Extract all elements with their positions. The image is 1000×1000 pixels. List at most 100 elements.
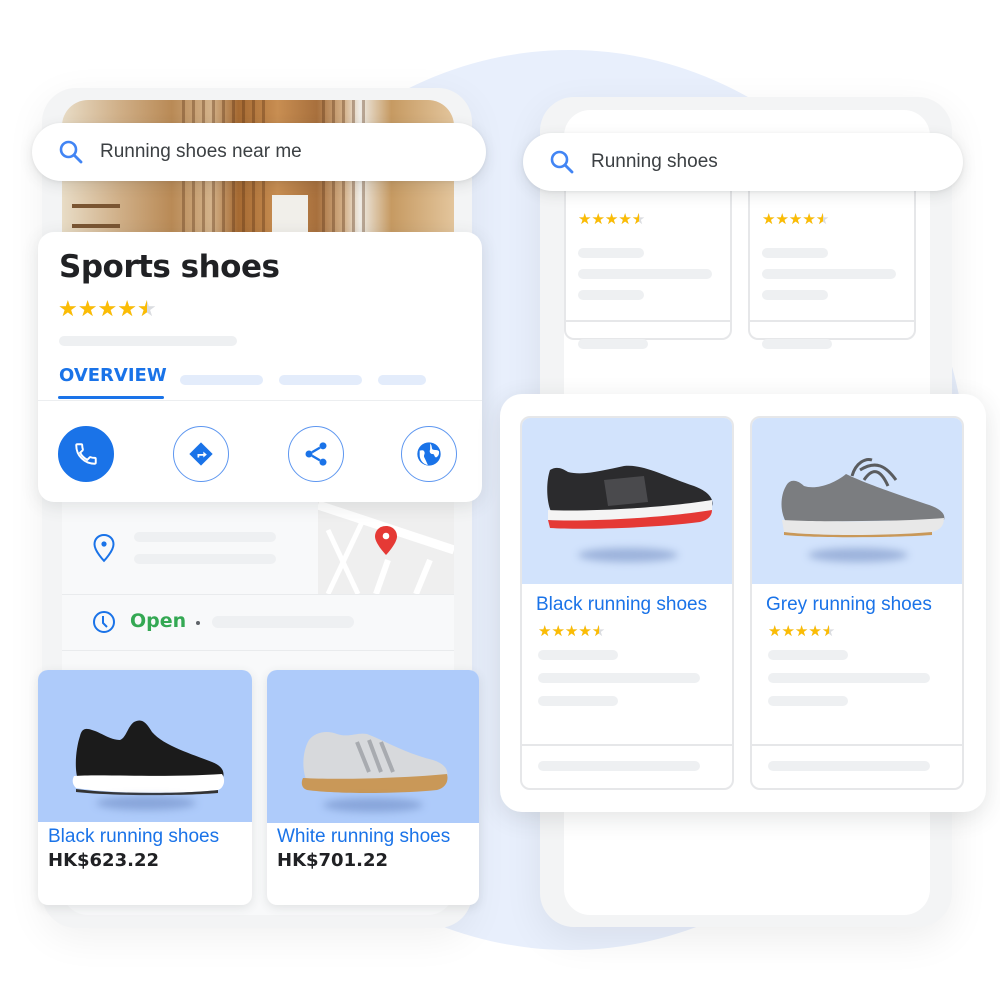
- product-image: [522, 418, 732, 584]
- product-name[interactable]: White running shoes: [277, 826, 450, 848]
- map-pin-icon: [375, 526, 397, 555]
- star-icon: ★★: [77, 296, 98, 321]
- star-icon: ★★: [821, 623, 836, 640]
- star-icon: ★★: [578, 211, 592, 228]
- map-thumbnail[interactable]: [318, 500, 454, 594]
- product-image: [267, 670, 479, 823]
- left-search-bar[interactable]: Running shoes near me: [32, 123, 486, 181]
- star-icon: ★★: [802, 211, 816, 228]
- place-rating: ★★★★★★★★★★: [58, 298, 157, 320]
- product-card[interactable]: White running shoes HK$701.22: [267, 670, 479, 905]
- product-image: [38, 670, 252, 822]
- product-price: HK$701.22: [277, 850, 388, 871]
- product-image: [752, 418, 962, 584]
- product-name[interactable]: Black running shoes: [48, 826, 219, 848]
- star-icon: ★★: [788, 211, 803, 228]
- place-subtitle-placeholder: [59, 336, 237, 346]
- search-icon: [59, 140, 83, 164]
- place-card: Sports shoes ★★★★★★★★★★ OVERVIEW: [38, 232, 482, 502]
- result-line: [762, 248, 828, 258]
- tab-overview[interactable]: OVERVIEW: [59, 365, 167, 386]
- star-icon: ★★: [591, 623, 606, 640]
- result-card[interactable]: ★★★★★★★★★★: [748, 170, 916, 340]
- shopping-card[interactable]: Grey running shoes ★★★★★★★★★★: [750, 416, 964, 790]
- star-icon: ★★: [538, 623, 552, 640]
- share-icon: [305, 442, 327, 466]
- shopping-card[interactable]: Black running shoes ★★★★★★★★★★: [520, 416, 734, 790]
- white-shoe-image: [301, 732, 448, 793]
- search-query: Running shoes: [591, 151, 718, 172]
- place-title: Sports shoes: [59, 249, 280, 285]
- tab-placeholder[interactable]: [180, 375, 263, 385]
- divider: [62, 594, 454, 595]
- star-icon: ★★: [775, 211, 789, 228]
- product-card[interactable]: Black running shoes HK$623.22: [38, 670, 252, 905]
- product-line: [538, 650, 618, 660]
- website-button[interactable]: [401, 426, 457, 482]
- result-footer-line: [578, 339, 648, 349]
- star-icon: ★★: [58, 296, 78, 321]
- grey-shoe-image: [781, 458, 945, 538]
- divider: [62, 650, 454, 651]
- star-icon: ★★: [551, 623, 565, 640]
- star-icon: ★★: [618, 211, 632, 228]
- tab-placeholder[interactable]: [279, 375, 362, 385]
- result-rating: ★★★★★★★★★★: [762, 212, 829, 227]
- open-status: Open: [130, 610, 187, 632]
- result-line: [578, 248, 644, 258]
- star-icon: ★★: [768, 623, 782, 640]
- right-search-bar[interactable]: Running shoes: [523, 133, 963, 191]
- share-button[interactable]: [288, 426, 344, 482]
- product-footer-line: [768, 761, 930, 771]
- search-icon: [550, 150, 574, 174]
- result-line: [762, 269, 896, 279]
- separator-dot: [196, 621, 200, 625]
- tab-divider: [38, 400, 482, 401]
- directions-button[interactable]: [173, 426, 229, 482]
- star-icon: ★★: [136, 296, 157, 321]
- star-icon: ★★: [781, 623, 795, 640]
- active-tab-indicator: [58, 396, 164, 399]
- product-name[interactable]: Black running shoes: [536, 594, 707, 616]
- product-footer-line: [538, 761, 700, 771]
- star-icon: ★★: [815, 211, 830, 228]
- hours-placeholder: [212, 616, 354, 628]
- star-icon: ★★: [604, 211, 619, 228]
- star-icon: ★★: [117, 296, 137, 321]
- star-icon: ★★: [591, 211, 605, 228]
- globe-icon: [417, 442, 441, 466]
- product-price: HK$623.22: [48, 850, 159, 871]
- product-rating: ★★★★★★★★★★: [538, 624, 605, 639]
- location-pin-icon: [93, 533, 115, 563]
- product-line: [538, 696, 618, 706]
- star-icon: ★★: [97, 296, 118, 321]
- black-shoe-image: [72, 720, 225, 796]
- clock-icon: [93, 611, 115, 633]
- directions-icon: [189, 442, 213, 466]
- star-icon: ★★: [762, 211, 776, 228]
- result-line: [762, 290, 828, 300]
- star-icon: ★★: [564, 623, 579, 640]
- product-name[interactable]: Grey running shoes: [766, 594, 932, 616]
- star-icon: ★★: [808, 623, 822, 640]
- black-red-shoe-image: [547, 465, 713, 529]
- product-line: [768, 650, 848, 660]
- star-icon: ★★: [631, 211, 646, 228]
- address-line-2: [134, 554, 276, 564]
- call-button[interactable]: [58, 426, 114, 482]
- address-line-1: [134, 532, 276, 542]
- product-line: [768, 673, 930, 683]
- tab-placeholder[interactable]: [378, 375, 426, 385]
- star-icon: ★★: [794, 623, 809, 640]
- shopping-results-panel: Black running shoes ★★★★★★★★★★ Grey runn…: [500, 394, 986, 812]
- result-line: [578, 269, 712, 279]
- result-footer-line: [762, 339, 832, 349]
- phone-icon: [75, 443, 97, 465]
- star-icon: ★★: [578, 623, 592, 640]
- product-rating: ★★★★★★★★★★: [768, 624, 835, 639]
- search-query: Running shoes near me: [100, 141, 302, 162]
- product-line: [538, 673, 700, 683]
- result-rating: ★★★★★★★★★★: [578, 212, 645, 227]
- result-line: [578, 290, 644, 300]
- result-card[interactable]: ★★★★★★★★★★: [564, 170, 732, 408]
